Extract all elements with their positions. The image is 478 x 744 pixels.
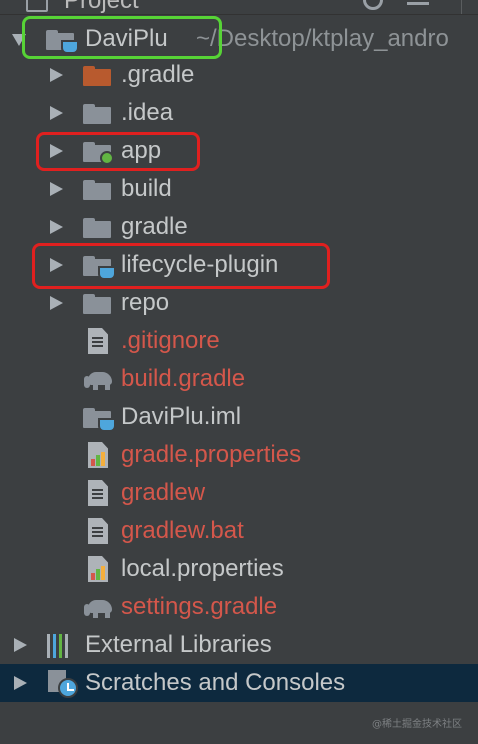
hide-panel-icon[interactable]	[407, 2, 429, 5]
chevron-right-icon[interactable]	[50, 220, 63, 234]
tree-item-label: gradlew	[121, 479, 206, 506]
tree-row-app[interactable]: app	[0, 132, 478, 170]
folder-icon	[83, 180, 111, 200]
properties-file-icon	[88, 442, 108, 468]
folder-icon	[83, 104, 111, 124]
tree-item-label: External Libraries	[85, 631, 272, 658]
tree-item-label: build.gradle	[121, 365, 246, 392]
root-module-path: ~/Desktop/ktplay_andro	[196, 25, 449, 52]
module-folder-icon	[46, 30, 79, 54]
tree-item-label: lifecycle-plugin	[121, 251, 279, 278]
chevron-right-icon[interactable]	[50, 144, 63, 158]
tree-item-label: gradle.properties	[121, 441, 302, 468]
tree-item-label: .idea	[121, 99, 174, 126]
chevron-right-icon[interactable]	[50, 296, 63, 310]
chevron-right-icon[interactable]	[50, 68, 63, 82]
settings-gear-icon[interactable]	[363, 0, 383, 10]
module-file-icon	[83, 408, 116, 432]
tree-item-label: settings.gradle	[121, 593, 278, 620]
tree-row-gradle-properties[interactable]: gradle.properties	[0, 436, 478, 474]
chevron-right-icon[interactable]	[50, 106, 63, 120]
tree-item-label: build	[121, 175, 172, 202]
tree-row-dot-gradle[interactable]: .gradle	[0, 56, 478, 94]
tree-item-label: gradle	[121, 213, 188, 240]
tree-row-external-libraries[interactable]: External Libraries	[0, 626, 478, 664]
gradle-elephant-icon	[84, 370, 114, 390]
project-toolbar: Project	[0, 0, 478, 15]
tree-row-gradle[interactable]: gradle	[0, 208, 478, 246]
tree-row-gitignore[interactable]: .gitignore	[0, 322, 478, 360]
file-icon	[88, 480, 108, 506]
toolbar-divider	[461, 0, 462, 14]
project-view-icon[interactable]	[26, 0, 48, 12]
folder-icon	[83, 66, 111, 86]
tree-item-label: .gradle	[121, 61, 195, 88]
tree-row-scratches[interactable]: Scratches and Consoles	[0, 664, 478, 702]
chevron-right-icon[interactable]	[14, 638, 27, 652]
watermark: @稀土掘金技术社区	[372, 719, 462, 730]
tree-row-settings-gradle[interactable]: settings.gradle	[0, 588, 478, 626]
tree-row-gradlew[interactable]: gradlew	[0, 474, 478, 512]
chevron-right-icon[interactable]	[50, 182, 63, 196]
tree-row-daviplu-iml[interactable]: DaviPlu.iml	[0, 398, 478, 436]
tree-row-lifecycle-plugin[interactable]: lifecycle-plugin	[0, 246, 478, 284]
tree-item-label: DaviPlu.iml	[121, 403, 242, 430]
folder-icon	[83, 294, 111, 314]
tree-row-idea[interactable]: .idea	[0, 94, 478, 132]
tree-row-root[interactable]: DaviPlu ~/Desktop/ktplay_andro	[0, 20, 478, 58]
tree-row-repo[interactable]: repo	[0, 284, 478, 322]
root-module-name: DaviPlu	[85, 25, 168, 52]
file-icon	[88, 328, 108, 354]
file-icon	[88, 518, 108, 544]
chevron-right-icon[interactable]	[14, 676, 27, 690]
folder-icon	[83, 218, 111, 238]
properties-file-icon	[88, 556, 108, 582]
module-folder-icon	[83, 256, 116, 280]
tree-row-gradlew-bat[interactable]: gradlew.bat	[0, 512, 478, 550]
chevron-right-icon[interactable]	[50, 258, 63, 272]
tree-item-label: .gitignore	[121, 327, 220, 354]
tree-item-label: repo	[121, 289, 170, 316]
tree-item-label: app	[121, 137, 162, 164]
gradle-elephant-icon	[84, 598, 114, 618]
tree-row-local-properties[interactable]: local.properties	[0, 550, 478, 588]
scratches-icon	[48, 670, 78, 698]
libraries-icon	[47, 634, 73, 658]
tree-item-label: local.properties	[121, 555, 284, 582]
tree-item-label: Scratches and Consoles	[85, 669, 346, 696]
android-module-folder-icon	[83, 142, 114, 165]
tree-row-build[interactable]: build	[0, 170, 478, 208]
tree-item-label: gradlew.bat	[121, 517, 244, 544]
project-panel-title[interactable]: Project	[64, 0, 139, 14]
tree-row-build-gradle[interactable]: build.gradle	[0, 360, 478, 398]
chevron-down-icon[interactable]	[12, 34, 26, 46]
